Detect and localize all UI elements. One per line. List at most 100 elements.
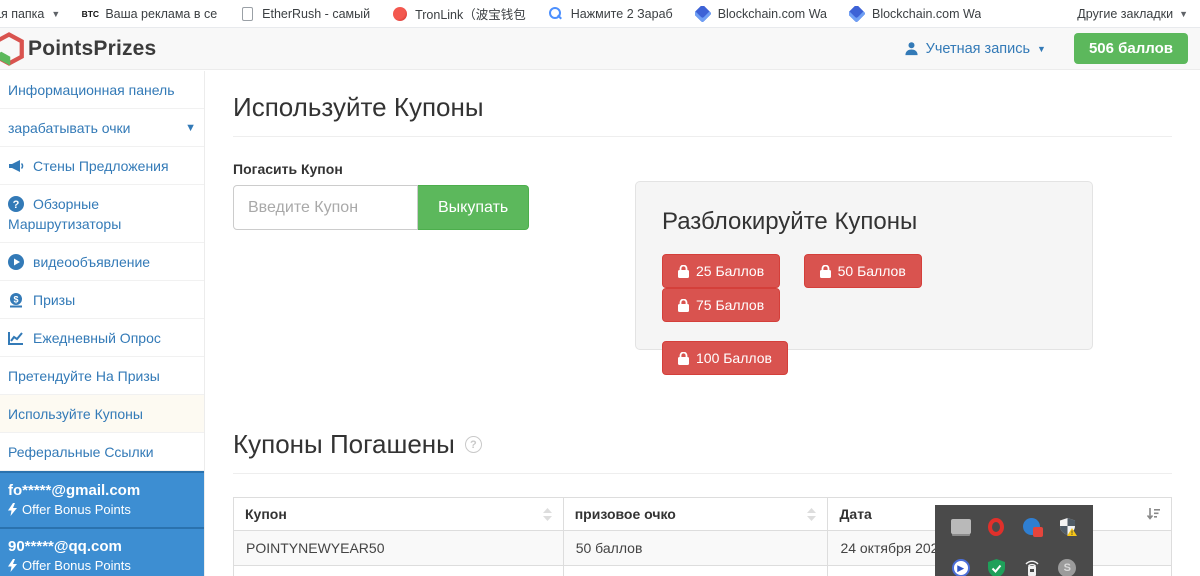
skype-icon[interactable]: S (1056, 557, 1078, 576)
site-header: PointsPrizes Учетная запись ▼ 506 баллов (0, 28, 1200, 70)
coupon-cell: Тень 25 (234, 566, 564, 576)
sidebar-item-label: зарабатывать очки (8, 120, 131, 136)
sidebar-item-referral-links[interactable]: Реферальные Ссылки (0, 433, 204, 471)
sidebar-item-label: видеообъявление (33, 254, 150, 270)
bookmark-item[interactable]: EtherRush - самый (239, 6, 370, 22)
account-label: Учетная запись (926, 41, 1030, 57)
sidebar-item-use-coupons[interactable]: Используйте Купоны (0, 395, 204, 433)
history-title: Купоны Погашены (233, 429, 455, 460)
redeem-button[interactable]: Выкупать (418, 185, 529, 230)
tronlink-favicon (392, 6, 408, 22)
unlock-25-button[interactable]: 25 Баллов (662, 254, 780, 288)
bookmark-label: ая папка (0, 7, 44, 21)
account-note: Offer Bonus Points (22, 502, 131, 517)
points-badge[interactable]: 506 баллов (1074, 33, 1188, 64)
sidebar-item-offer-walls[interactable]: Стены Предложения (0, 147, 204, 185)
sidebar-item-label: Информационная панель (8, 82, 175, 98)
bonus-account-card[interactable]: fo*****@gmail.com Offer Bonus Points (0, 471, 204, 527)
page-favicon (239, 6, 255, 22)
bookmark-item[interactable]: Blockchain.com Wa (849, 6, 981, 22)
bookmark-item[interactable]: BTC Ваша реклама в се (82, 6, 217, 22)
lock-icon (678, 352, 689, 365)
sidebar-item-prizes[interactable]: $ Призы (0, 281, 204, 319)
redeem-label: Погасить Купон (233, 161, 1172, 177)
magnifier-favicon (548, 6, 564, 22)
sidebar: Информационная панель зарабатывать очки … (0, 71, 205, 576)
bookmark-label: Нажмите 2 Зараб (571, 7, 673, 21)
coupon-cell: POINTYNEWYEAR50 (234, 531, 564, 566)
lock-icon (820, 265, 831, 278)
sidebar-item-label: Стены Предложения (33, 158, 169, 174)
bookmark-label: Blockchain.com Wa (718, 7, 827, 21)
main-content: Используйте Купоны Погасить Купон Выкупа… (206, 70, 1200, 576)
bookmark-item[interactable]: Blockchain.com Wa (695, 6, 827, 22)
chevron-down-icon: ▼ (51, 9, 60, 19)
lock-icon (678, 299, 689, 312)
column-header-points[interactable]: призовое очко (563, 498, 828, 531)
bonus-account-card[interactable]: 90*****@qq.com Offer Bonus Points (0, 527, 204, 576)
chevron-down-icon: ▼ (1037, 44, 1046, 54)
blockchain-favicon (695, 6, 711, 22)
lightning-icon (8, 559, 17, 572)
chevron-down-icon: ▼ (185, 122, 196, 134)
sidebar-item-label: Маршрутизаторы (8, 216, 121, 232)
sidebar-item-label: Призы (33, 292, 75, 308)
lock-icon (678, 265, 689, 278)
sidebar-item-claim-prizes[interactable]: Претендуйте На Призы (0, 357, 204, 395)
account-menu[interactable]: Учетная запись ▼ (904, 41, 1046, 57)
question-circle-icon: ? (8, 196, 24, 212)
sort-both-icon (543, 508, 552, 521)
opera-icon[interactable] (985, 516, 1007, 538)
sidebar-item-video-ads[interactable]: видеообъявление (0, 243, 204, 281)
media-player-icon[interactable]: ▶ (950, 557, 972, 576)
monitor-icon[interactable] (950, 516, 972, 538)
antivirus-shield-icon[interactable] (985, 557, 1007, 576)
device-icon[interactable] (1021, 557, 1043, 576)
coupon-input[interactable] (233, 185, 418, 230)
svg-text:$: $ (13, 294, 18, 304)
sidebar-item-label: Ежедневный Опрос (33, 330, 161, 346)
system-tray-flyout: ! ▶ S (935, 505, 1093, 576)
bookmark-label: TronLink（波宝钱包 (415, 4, 526, 23)
account-email: fo*****@gmail.com (8, 482, 196, 499)
bookmark-folder[interactable]: ая папка ▼ (0, 7, 60, 21)
lightning-icon (8, 503, 17, 516)
sort-desc-icon (1147, 508, 1160, 521)
account-email: 90*****@qq.com (8, 538, 196, 555)
points-cell: 50 баллов (563, 531, 828, 566)
sidebar-item-daily-poll[interactable]: Ежедневный Опрос (0, 319, 204, 357)
svg-text:!: ! (1071, 531, 1073, 536)
unlock-75-button[interactable]: 75 Баллов (662, 288, 780, 322)
unlock-panel-title: Разблокируйте Купоны (662, 208, 1066, 236)
bookmark-item[interactable]: TronLink（波宝钱包 (392, 4, 526, 23)
help-icon[interactable]: ? (465, 436, 482, 453)
sidebar-item-dashboard[interactable]: Информационная панель (0, 71, 204, 109)
svg-text:?: ? (13, 199, 20, 211)
sidebar-item-survey-routers[interactable]: ? Обзорные Маршрутизаторы (0, 185, 204, 243)
other-bookmarks-button[interactable]: Другие закладки ▼ (1077, 7, 1188, 21)
sidebar-item-earn-points[interactable]: зарабатывать очки ▼ (0, 109, 204, 147)
column-header-coupon[interactable]: Купон (234, 498, 564, 531)
chevron-down-icon: ▼ (1179, 9, 1188, 19)
sidebar-item-label: Претендуйте На Призы (8, 368, 160, 384)
blockchain-favicon (849, 6, 865, 22)
chart-icon (8, 330, 24, 346)
brand-logo[interactable]: PointsPrizes (0, 32, 156, 66)
bookmark-item[interactable]: Нажмите 2 Зараб (548, 6, 673, 22)
sidebar-item-label: Реферальные Ссылки (8, 444, 154, 460)
sidebar-item-label: Обзорные (33, 194, 99, 214)
bookmarks-bar: ая папка ▼ BTC Ваша реклама в се EtherRu… (0, 0, 1200, 28)
unlock-50-button[interactable]: 50 Баллов (804, 254, 922, 288)
unlock-100-button[interactable]: 100 Баллов (662, 341, 788, 375)
other-bookmarks-label: Другие закладки (1077, 7, 1173, 21)
page-title: Используйте Купоны (233, 92, 1172, 137)
coin-icon: $ (8, 292, 24, 308)
account-note: Offer Bonus Points (22, 558, 131, 573)
unlock-coupons-panel: Разблокируйте Купоны 25 Баллов 50 Баллов… (635, 181, 1093, 350)
megaphone-icon (8, 158, 24, 174)
app-badge-icon[interactable] (1021, 516, 1043, 538)
btc-favicon: BTC (82, 6, 98, 22)
defender-warning-icon[interactable]: ! (1056, 516, 1078, 538)
pointsprizes-hexagon-icon (0, 32, 26, 66)
brand-name: PointsPrizes (28, 37, 156, 61)
